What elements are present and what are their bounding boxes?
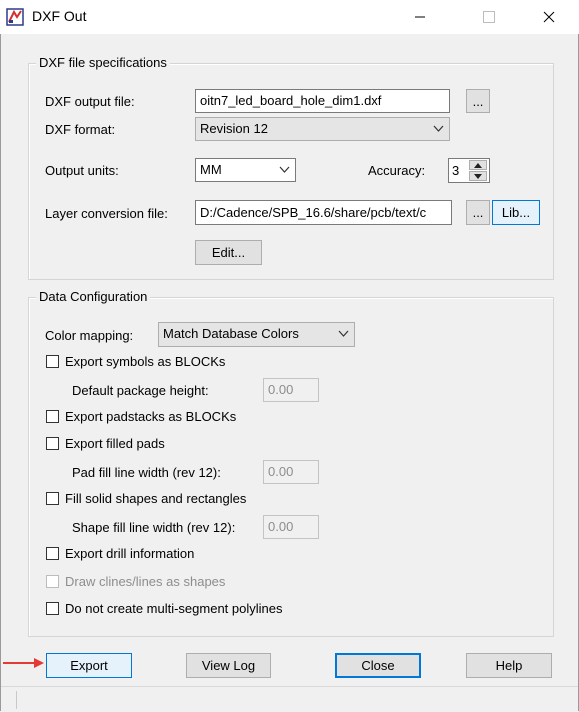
units-select-value: MM (200, 162, 222, 177)
help-button[interactable]: Help (466, 653, 552, 678)
draw-clines-checkbox[interactable] (46, 575, 59, 588)
export-button[interactable]: Export (46, 653, 132, 678)
fill-solid-shapes-label: Fill solid shapes and rectangles (65, 491, 247, 506)
maximize-icon (483, 11, 495, 23)
arrow-up-icon (474, 163, 482, 168)
export-filled-pads-label: Export filled pads (65, 436, 165, 451)
format-label: DXF format: (45, 122, 116, 137)
fill-solid-shapes-checkbox[interactable] (46, 492, 59, 505)
layer-file-input[interactable]: D:/Cadence/SPB_16.6/share/pcb/text/c (195, 200, 452, 225)
export-padstacks-label: Export padstacks as BLOCKs (65, 409, 237, 424)
layer-file-label: Layer conversion file: (45, 206, 168, 221)
accuracy-value: 3 (452, 163, 460, 178)
view-log-button[interactable]: View Log (186, 653, 271, 678)
color-mapping-label: Color mapping: (45, 328, 134, 343)
accuracy-down-button[interactable] (469, 171, 487, 181)
layer-file-browse-button[interactable]: ... (466, 200, 490, 225)
export-symbols-label: Export symbols as BLOCKs (65, 354, 226, 369)
default-pkg-height-label: Default package height: (72, 383, 209, 398)
format-select-value: Revision 12 (200, 121, 268, 136)
arrow-down-icon (474, 174, 482, 179)
output-file-browse-button[interactable]: ... (466, 89, 490, 113)
no-multiseg-label: Do not create multi-segment polylines (65, 601, 283, 616)
close-button[interactable]: Close (335, 653, 421, 678)
pad-fill-width-label: Pad fill line width (rev 12): (72, 465, 221, 480)
maximize-button[interactable] (466, 0, 512, 34)
accuracy-label: Accuracy: (368, 163, 426, 178)
annotation-arrow-icon (3, 658, 44, 668)
dxf-spec-group-title: DXF file specifications (36, 55, 170, 70)
minimize-icon (415, 16, 425, 18)
status-bar (1, 686, 578, 711)
chevron-down-icon (433, 125, 444, 132)
accuracy-spinner[interactable]: 3 (448, 158, 490, 183)
color-mapping-value: Match Database Colors (163, 326, 299, 341)
draw-clines-label: Draw clines/lines as shapes (65, 574, 226, 589)
accuracy-up-button[interactable] (469, 160, 487, 170)
close-window-button[interactable] (526, 0, 572, 34)
export-filled-pads-checkbox[interactable] (46, 437, 59, 450)
edit-button[interactable]: Edit... (195, 240, 262, 265)
export-symbols-checkbox[interactable] (46, 355, 59, 368)
output-file-label: DXF output file: (45, 94, 135, 109)
format-select[interactable]: Revision 12 (195, 117, 450, 141)
close-icon (543, 11, 555, 23)
units-select[interactable]: MM (195, 158, 296, 182)
output-file-input[interactable]: oitn7_led_board_hole_dim1.dxf (195, 89, 450, 113)
no-multiseg-checkbox[interactable] (46, 602, 59, 615)
export-padstacks-checkbox[interactable] (46, 410, 59, 423)
units-label: Output units: (45, 163, 119, 178)
minimize-button[interactable] (397, 0, 443, 34)
chevron-down-icon (279, 166, 290, 173)
data-config-group-title: Data Configuration (36, 289, 151, 304)
lib-button[interactable]: Lib... (492, 200, 540, 225)
shape-fill-width-label: Shape fill line width (rev 12): (72, 520, 236, 535)
dxf-app-icon (6, 8, 24, 26)
default-pkg-height-input[interactable]: 0.00 (263, 378, 319, 402)
export-drill-label: Export drill information (65, 546, 195, 561)
window-title: DXF Out (32, 8, 87, 24)
color-mapping-select[interactable]: Match Database Colors (158, 322, 355, 347)
status-bar-divider (16, 691, 17, 709)
chevron-down-icon (338, 330, 349, 337)
export-drill-checkbox[interactable] (46, 547, 59, 560)
shape-fill-width-input[interactable]: 0.00 (263, 515, 319, 539)
pad-fill-width-input[interactable]: 0.00 (263, 460, 319, 484)
title-bar: DXF Out (0, 0, 579, 34)
